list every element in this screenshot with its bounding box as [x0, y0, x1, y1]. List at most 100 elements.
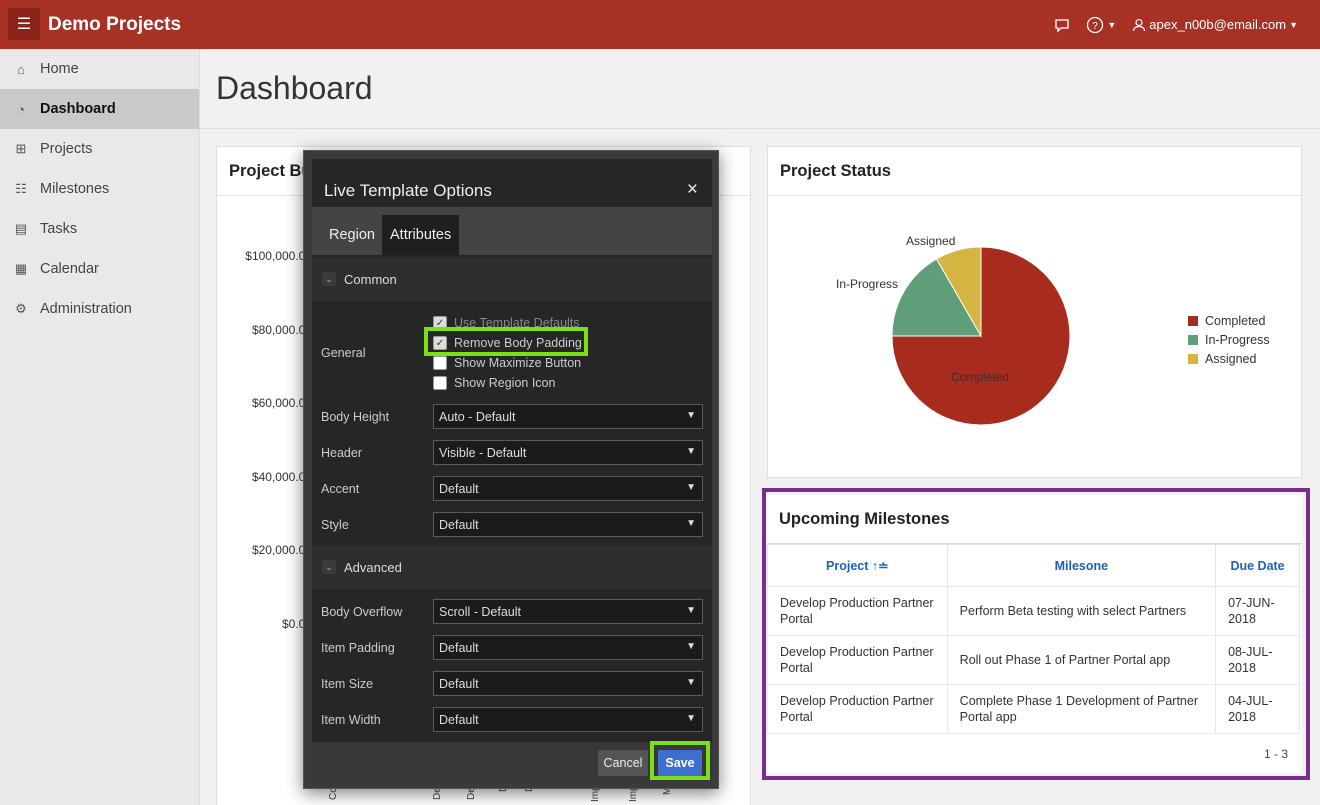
cancel-button[interactable]: Cancel: [598, 750, 648, 776]
caret-down-icon: ▼: [1289, 19, 1298, 30]
y-tick-label: $100,000.00: [245, 249, 312, 263]
checkbox-box: [433, 356, 447, 370]
tasks-icon: ▤: [14, 221, 28, 236]
region-title: Project Status: [768, 147, 1301, 196]
select-value: Default: [439, 517, 479, 532]
svg-text:?: ?: [1093, 21, 1099, 32]
select-value: Default: [439, 640, 479, 655]
checkbox-show-region-icon[interactable]: Show Region Icon: [433, 375, 555, 391]
help-icon: ?: [1087, 16, 1104, 33]
legend-label: In-Progress: [1205, 332, 1270, 347]
legend-item-completed[interactable]: Completed: [1188, 311, 1270, 330]
app-title[interactable]: Demo Projects: [48, 14, 181, 36]
user-icon: [1133, 18, 1146, 31]
select-value: Auto - Default: [439, 409, 516, 424]
select-value: Scroll - Default: [439, 604, 521, 619]
sidebar-item-calendar[interactable]: ▦ Calendar: [0, 249, 199, 289]
top-bar: ☰ Demo Projects ? ▼ apex_n00b@email.com …: [0, 0, 1320, 49]
select-value: Default: [439, 481, 479, 496]
item-size-select[interactable]: Default ▼: [433, 671, 703, 696]
milestones-icon: ☷: [15, 181, 27, 196]
chat-bubble-icon: [1055, 18, 1070, 33]
help-button[interactable]: ? ▼: [1086, 16, 1116, 34]
style-select[interactable]: Default ▼: [433, 512, 703, 537]
body-overflow-select[interactable]: Scroll - Default ▼: [433, 599, 703, 624]
pie-label-completed: Completed: [951, 370, 1010, 384]
sidebar: ⌂ Home ◔ Dashboard ⊞ Projects ☷ Mileston…: [0, 49, 200, 805]
section-advanced[interactable]: ⌄ Advanced: [312, 545, 712, 589]
status-pie-chart: [891, 246, 1071, 426]
section-common[interactable]: ⌄ Common: [312, 257, 712, 301]
legend-swatch: [1188, 315, 1198, 326]
header-select[interactable]: Visible - Default ▼: [433, 440, 703, 465]
live-template-options-dialog: Live Template Options × Region Attribute…: [303, 150, 719, 789]
sidebar-item-projects[interactable]: ⊞ Projects: [0, 129, 199, 169]
chart-legend: Completed In-Progress Assigned: [1188, 311, 1270, 368]
field-label-accent: Accent: [321, 482, 360, 496]
page-title: Dashboard: [216, 70, 373, 106]
feedback-button[interactable]: [1054, 17, 1070, 33]
checkbox-box: [433, 376, 447, 390]
field-label-style: Style: [321, 518, 349, 532]
chevron-down-icon: ▼: [686, 641, 696, 652]
sidebar-item-label: Home: [40, 61, 79, 77]
sidebar-item-label: Calendar: [40, 261, 99, 277]
field-label-body-overflow: Body Overflow: [321, 605, 403, 619]
sidebar-item-home[interactable]: ⌂ Home: [0, 49, 199, 89]
dialog-body: Live Template Options × Region Attribute…: [312, 159, 712, 782]
chevron-down-icon: ⌄: [322, 560, 336, 574]
tab-region[interactable]: Region: [321, 215, 383, 255]
y-tick-label: $20,000.00: [251, 543, 312, 557]
field-label-item-width: Item Width: [321, 713, 381, 727]
accent-select[interactable]: Default ▼: [433, 476, 703, 501]
field-label-body-height: Body Height: [321, 410, 390, 424]
y-tick-label: $40,000.00: [251, 470, 312, 484]
chevron-down-icon: ▼: [686, 482, 696, 493]
x-tick-label: Co: [328, 787, 339, 800]
chevron-down-icon: ▼: [686, 605, 696, 616]
user-menu[interactable]: apex_n00b@email.com ▼: [1132, 17, 1298, 32]
tab-attributes[interactable]: Attributes: [382, 215, 460, 255]
close-button[interactable]: ×: [687, 179, 698, 201]
divider: [200, 128, 1320, 129]
field-label-item-size: Item Size: [321, 677, 374, 691]
section-label: Advanced: [344, 559, 402, 575]
section-label: Common: [344, 271, 397, 287]
legend-swatch: [1188, 334, 1198, 345]
sidebar-item-tasks[interactable]: ▤ Tasks: [0, 209, 199, 249]
administration-icon: ⚙: [15, 301, 27, 316]
sidebar-item-administration[interactable]: ⚙ Administration: [0, 289, 199, 329]
body-height-select[interactable]: Auto - Default ▼: [433, 404, 703, 429]
sidebar-item-milestones[interactable]: ☷ Milestones: [0, 169, 199, 209]
highlight-box: [424, 327, 588, 356]
y-tick-label: $60,000.00: [251, 396, 312, 410]
item-padding-select[interactable]: Default ▼: [433, 635, 703, 660]
item-width-select[interactable]: Default ▼: [433, 707, 703, 732]
legend-label: Assigned: [1205, 351, 1257, 366]
calendar-icon: ▦: [14, 261, 28, 276]
select-value: Visible - Default: [439, 445, 527, 460]
chevron-down-icon: ▼: [686, 410, 696, 421]
sidebar-item-label: Milestones: [40, 181, 110, 197]
legend-item-assigned[interactable]: Assigned: [1188, 349, 1270, 368]
projects-icon: ⊞: [15, 141, 27, 156]
highlight-box: [762, 488, 1310, 780]
pie-label-in-progress: In-Progress: [836, 277, 899, 291]
field-label-header: Header: [321, 446, 362, 460]
menu-toggle-button[interactable]: ☰: [8, 8, 40, 40]
dialog-title: Live Template Options: [324, 181, 492, 200]
sidebar-item-label: Projects: [40, 141, 93, 157]
chevron-down-icon: ▼: [686, 713, 696, 724]
chevron-down-icon: ⌄: [322, 272, 336, 286]
checkbox-label: Show Region Icon: [454, 376, 556, 390]
sidebar-item-dashboard[interactable]: ◔ Dashboard: [0, 89, 199, 129]
y-tick-label: $80,000.00: [251, 323, 312, 337]
sidebar-item-label: Dashboard: [40, 101, 116, 117]
highlight-box: [650, 741, 710, 780]
select-value: Default: [439, 712, 479, 727]
sidebar-item-label: Administration: [40, 301, 132, 317]
legend-label: Completed: [1205, 313, 1266, 328]
user-name: apex_n00b@email.com: [1149, 17, 1287, 32]
checkbox-show-maximize-button[interactable]: Show Maximize Button: [433, 355, 581, 371]
legend-item-in-progress[interactable]: In-Progress: [1188, 330, 1270, 349]
